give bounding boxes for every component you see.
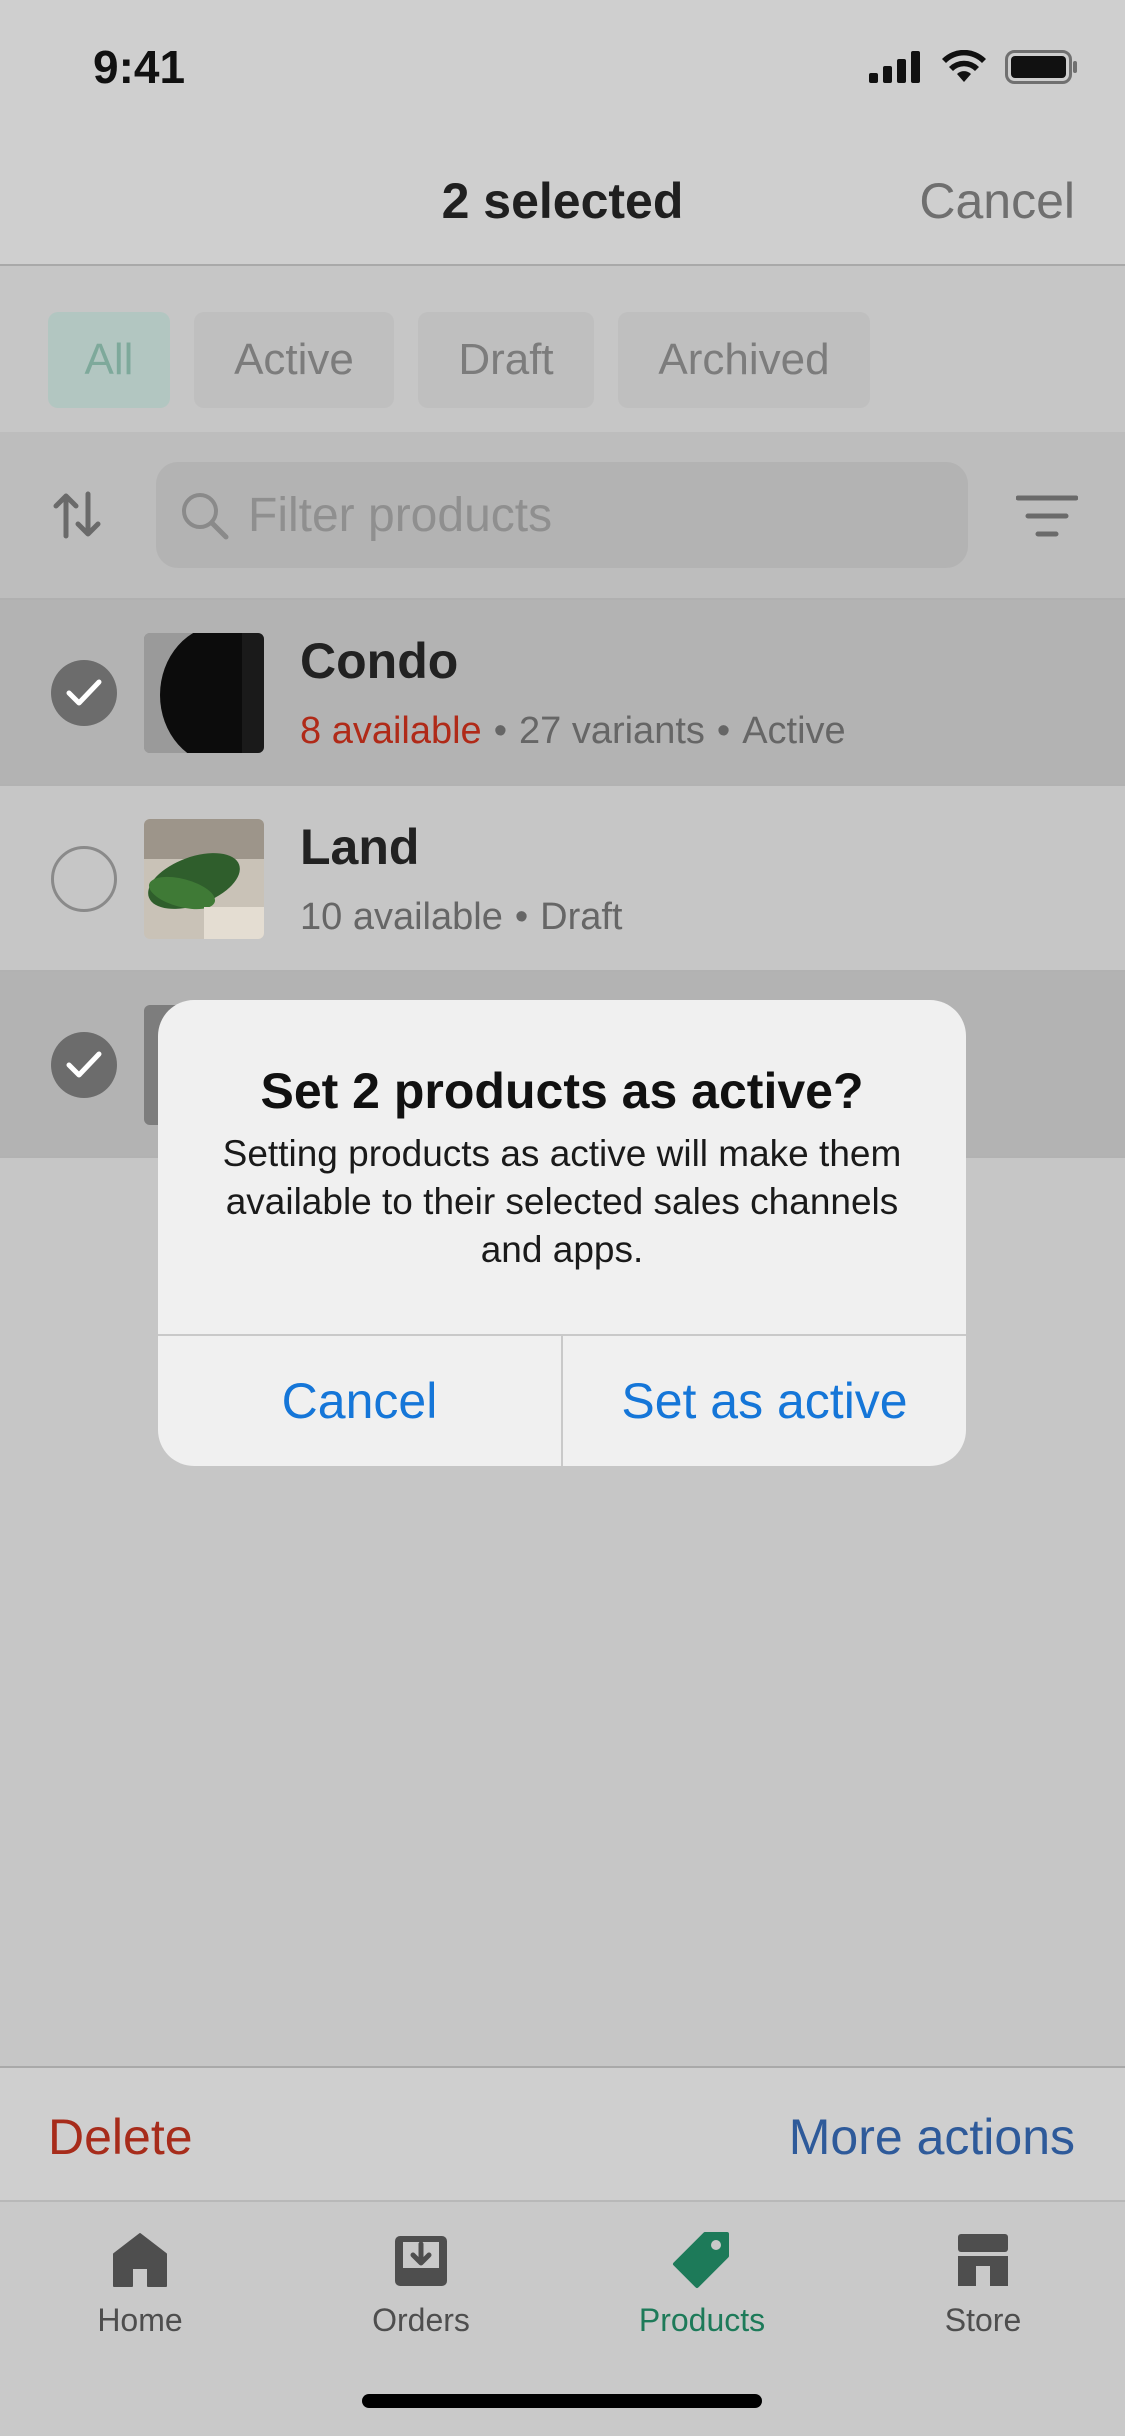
product-row-condo[interactable]: Condo 8 available • 27 variants • Active: [0, 600, 1125, 786]
bulk-action-bar: Delete More actions: [0, 2066, 1125, 2200]
store-icon: [958, 2234, 1008, 2286]
inventory-count: 8 available: [300, 710, 482, 752]
signal-icon: [869, 51, 920, 83]
tab-store[interactable]: Store: [843, 2230, 1123, 2370]
row-checkbox-unchecked[interactable]: [51, 846, 117, 912]
separator-dot: •: [514, 896, 529, 938]
home-indicator: [362, 2394, 762, 2408]
cancel-selection-button[interactable]: Cancel: [919, 172, 1075, 230]
tab-label: Store: [944, 2302, 1022, 2338]
tab-orders[interactable]: Orders: [281, 2230, 561, 2370]
status-time: 9:41: [93, 41, 186, 93]
dialog-title: Set 2 products as active?: [260, 1063, 864, 1119]
product-thumbnail: [144, 819, 264, 939]
product-status: Draft: [540, 896, 623, 938]
tab-label: Orders: [372, 2302, 470, 2338]
sort-icon[interactable]: [50, 488, 104, 542]
battery-icon: [1005, 50, 1077, 84]
tag-icon: [673, 2232, 729, 2288]
checkmark-icon: [66, 1051, 102, 1078]
wifi-icon: [942, 50, 986, 82]
tab-active[interactable]: Active: [194, 312, 394, 408]
more-actions-button[interactable]: More actions: [789, 2108, 1075, 2166]
product-row-land[interactable]: Land 10 available • Draft: [0, 786, 1125, 972]
tab-label: Home: [97, 2302, 183, 2338]
row-checkbox-checked[interactable]: [51, 660, 117, 726]
tab-draft[interactable]: Draft: [418, 312, 594, 408]
product-meta: 10 available • Draft: [300, 896, 623, 939]
navigation-bar: 2 selected Cancel: [0, 132, 1125, 266]
orders-icon: [395, 2236, 447, 2286]
product-status: Active: [742, 710, 846, 752]
tab-products[interactable]: Products: [562, 2230, 842, 2370]
status-tabs: All Active Draft Archived: [0, 268, 1125, 432]
set-as-active-button[interactable]: Set as active: [563, 1336, 966, 1466]
tab-label: Products: [638, 2302, 766, 2338]
filter-icon[interactable]: [1016, 494, 1078, 538]
row-checkbox-checked[interactable]: [51, 1032, 117, 1098]
tab-archived[interactable]: Archived: [618, 312, 870, 408]
separator-dot: •: [716, 710, 731, 752]
separator-dot: •: [493, 710, 507, 752]
product-thumbnail: [144, 633, 264, 753]
confirm-dialog: Set 2 products as active? Setting produc…: [158, 1000, 966, 1466]
status-icons: [869, 50, 1079, 84]
home-icon: [113, 2233, 167, 2287]
search-row: Filter products: [0, 432, 1125, 600]
inventory-count: 10 available: [300, 896, 503, 938]
tab-all[interactable]: All: [48, 312, 170, 408]
search-input[interactable]: Filter products: [156, 462, 968, 568]
search-icon: [182, 493, 229, 540]
variant-count: 27 variants: [519, 710, 705, 752]
search-placeholder: Filter products: [248, 488, 553, 542]
dialog-cancel-button[interactable]: Cancel: [158, 1336, 561, 1466]
product-meta: 8 available • 27 variants • Active: [300, 710, 846, 753]
checkmark-icon: [66, 679, 102, 706]
status-bar: 9:41: [0, 0, 1125, 132]
tab-home[interactable]: Home: [0, 2230, 280, 2370]
product-name: Condo: [300, 633, 459, 689]
product-name: Land: [300, 819, 420, 875]
delete-button[interactable]: Delete: [48, 2108, 193, 2166]
dialog-message: Setting products as active will make the…: [222, 1133, 902, 1270]
